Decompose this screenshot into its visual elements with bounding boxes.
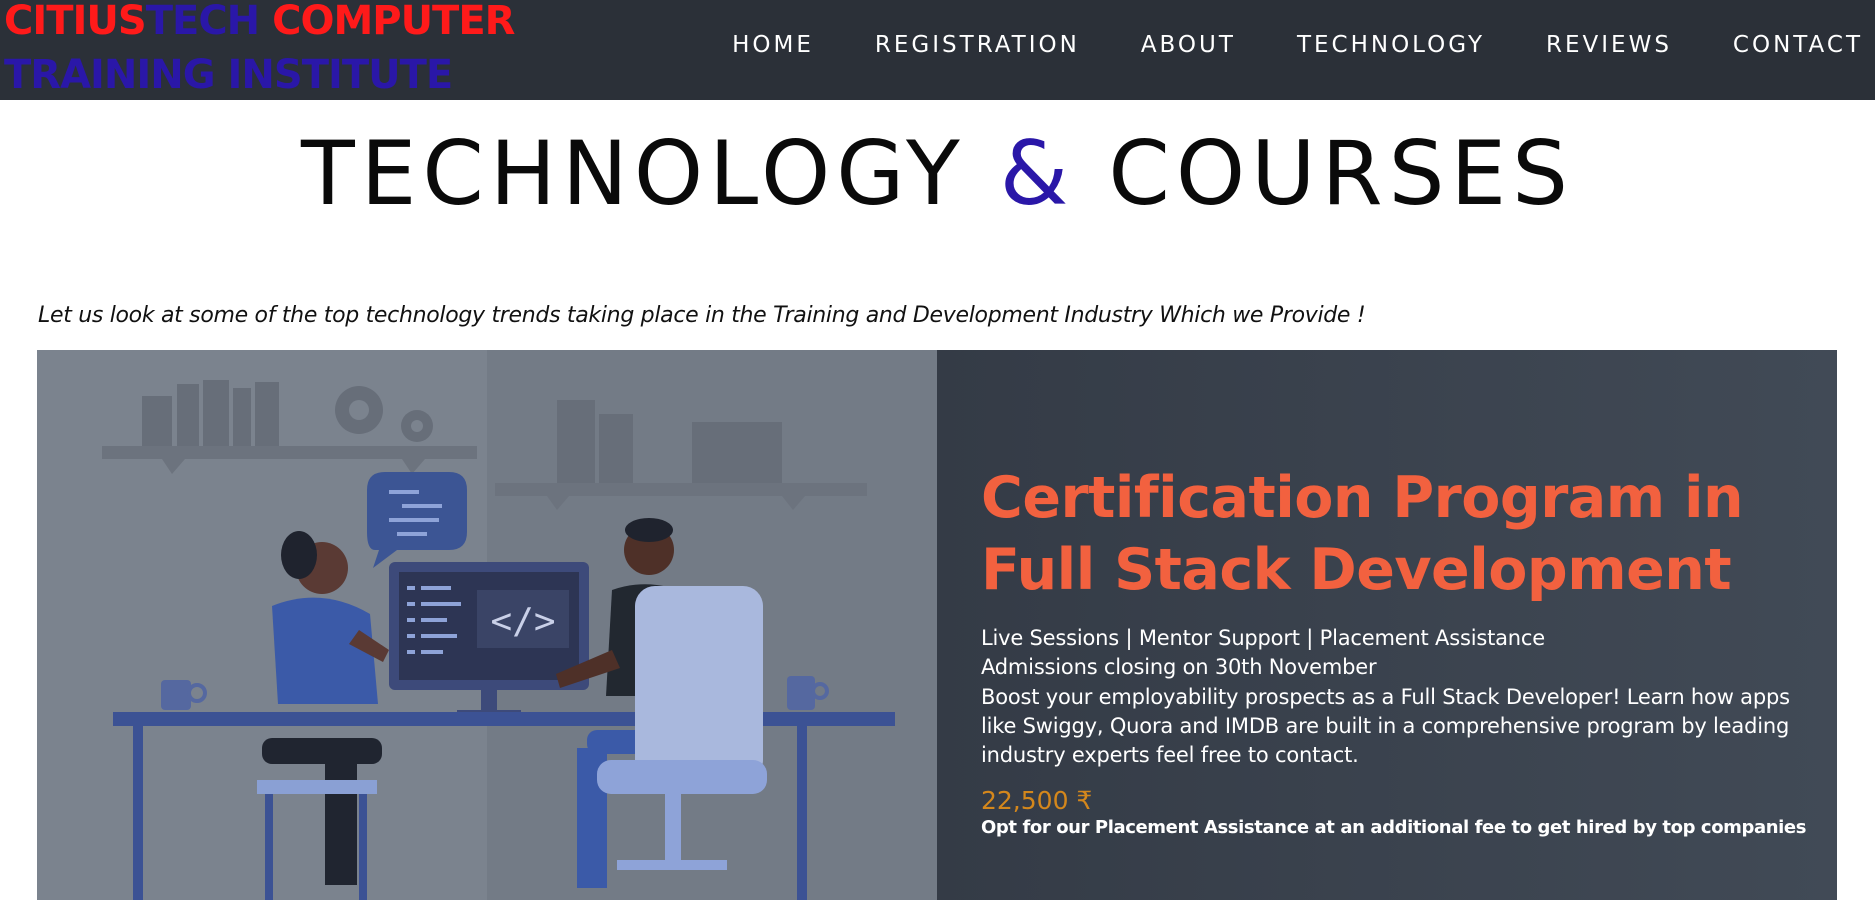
- logo-computer: COMPUTER: [259, 0, 515, 44]
- page-title-technology: TECHNOLOGY: [301, 122, 1000, 225]
- course-features: Live Sessions | Mentor Support | Placeme…: [981, 626, 1545, 650]
- code-symbol: </>: [490, 601, 555, 642]
- course-illustration: </>: [37, 350, 937, 900]
- page-title: TECHNOLOGY & COURSES: [0, 122, 1875, 226]
- logo-citius: CITIUS: [4, 0, 147, 44]
- intro-text: Let us look at some of the top technolog…: [38, 303, 1366, 328]
- developers-illustration: </>: [37, 350, 937, 900]
- course-title: Certification Program in Full Stack Deve…: [981, 465, 1744, 603]
- main-nav: HOME REGISTRATION ABOUT TECHNOLOGY REVIE…: [671, 28, 1863, 62]
- logo-tech: TECH: [145, 0, 260, 44]
- nav-contact[interactable]: CONTACT: [1733, 28, 1863, 62]
- course-admissions: Admissions closing on 30th November: [981, 655, 1377, 679]
- placement-note: Opt for our Placement Assistance at an a…: [981, 817, 1807, 838]
- page-title-courses: COURSES: [1074, 122, 1574, 225]
- course-price: 22,500 ₹: [981, 786, 1093, 815]
- course-card: </> Certification Program in Full Stack …: [37, 350, 1837, 900]
- nav-home[interactable]: HOME: [732, 28, 814, 62]
- logo-line-1: CITIUSTECH COMPUTER: [4, 0, 515, 48]
- logo-line-2: TRAINING INSTITUTE: [4, 52, 453, 98]
- nav-registration[interactable]: REGISTRATION: [875, 28, 1080, 62]
- nav-about[interactable]: ABOUT: [1141, 28, 1236, 62]
- course-description: Boost your employability prospects as a …: [981, 685, 1790, 767]
- site-logo[interactable]: CITIUSTECH COMPUTER TRAINING INSTITUTE: [4, 0, 515, 102]
- nav-reviews[interactable]: REVIEWS: [1546, 28, 1672, 62]
- course-info-panel: Certification Program in Full Stack Deve…: [937, 350, 1837, 900]
- page-title-ampersand: &: [999, 122, 1075, 225]
- top-navbar: CITIUSTECH COMPUTER TRAINING INSTITUTE H…: [0, 0, 1875, 100]
- nav-technology[interactable]: TECHNOLOGY: [1297, 28, 1485, 62]
